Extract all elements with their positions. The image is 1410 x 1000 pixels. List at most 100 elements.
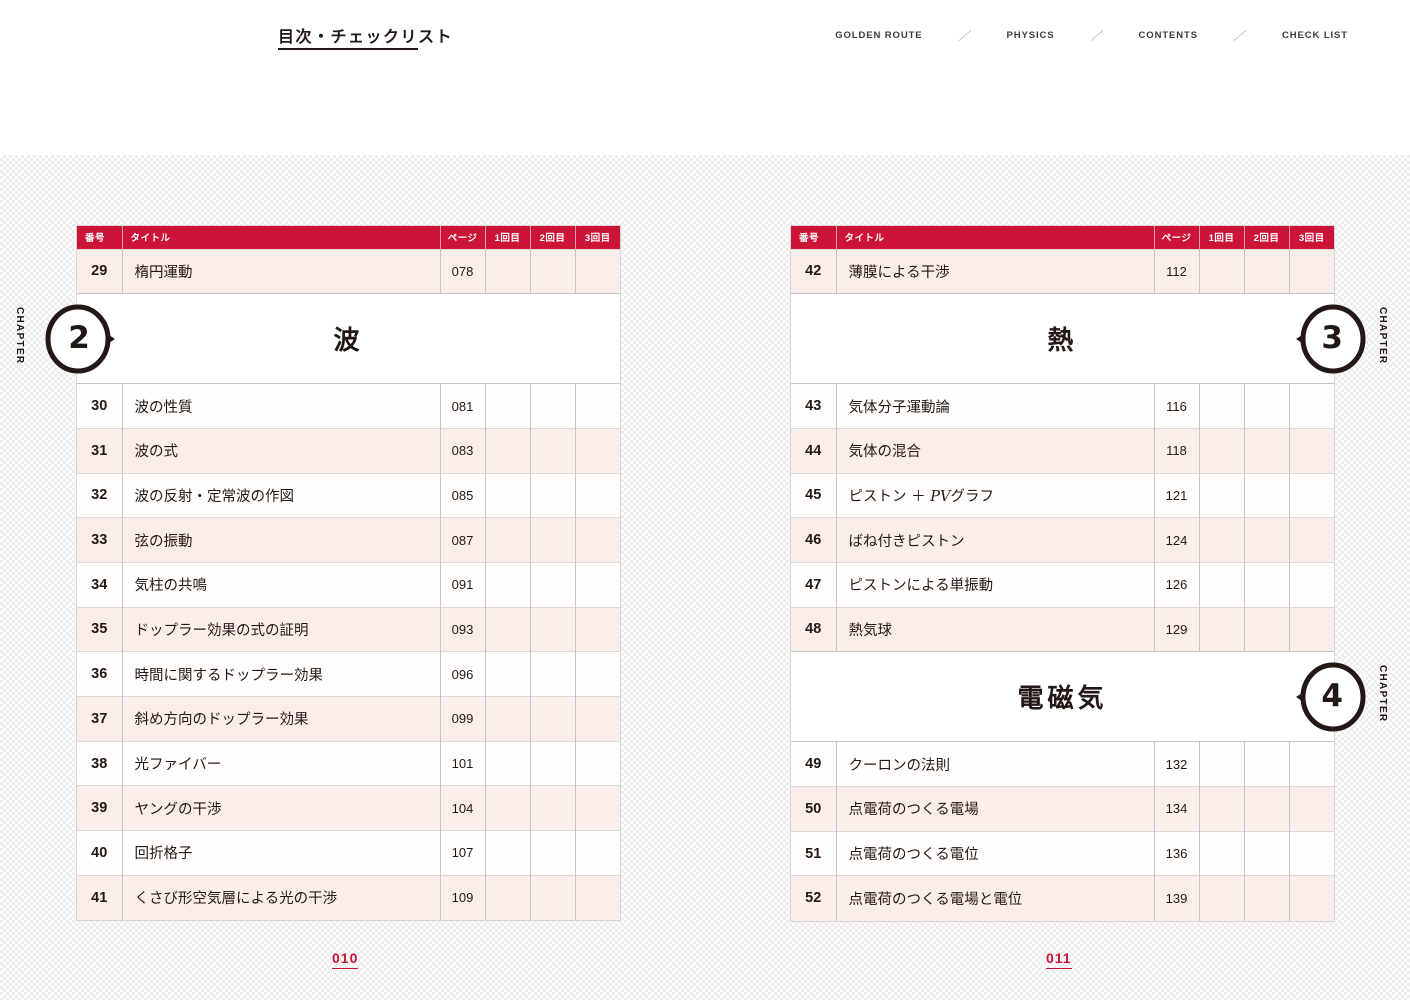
check-round-3[interactable] [1288,741,1334,787]
table-row[interactable]: 52 点電荷のつくる電場と電位 139 [791,875,1334,921]
check-round-2[interactable] [1243,383,1289,429]
table-row[interactable]: 48 熱気球 129 [791,606,1334,652]
check-round-1[interactable] [1198,517,1244,563]
table-row[interactable]: 39 ヤングの干渉 104 [77,785,620,831]
check-round-2[interactable] [529,427,575,474]
nav-item-physics[interactable]: PHYSICS [1007,30,1055,41]
check-round-2[interactable] [1243,830,1289,876]
check-round-3[interactable] [1288,786,1334,832]
nav-item-contents[interactable]: CONTENTS [1139,30,1198,41]
check-round-3[interactable] [1288,517,1334,563]
check-round-3[interactable] [574,248,620,294]
check-round-3[interactable] [574,696,620,742]
check-round-2[interactable] [1243,472,1289,518]
table-row[interactable]: 34 気柱の共鳴 091 [77,561,620,608]
check-round-1[interactable] [1198,561,1244,608]
table-row[interactable]: 45 ピストン ＋ PVグラフ 121 [791,472,1334,518]
check-round-1[interactable] [484,248,530,294]
check-round-3[interactable] [574,517,620,563]
check-round-1[interactable] [1198,741,1244,787]
table-row[interactable]: 47 ピストンによる単振動 126 [791,561,1334,608]
check-round-3[interactable] [1288,561,1334,608]
table-row[interactable]: 31 波の式 083 [77,427,620,474]
table-row[interactable]: 32 波の反射・定常波の作図 085 [77,472,620,518]
check-round-3[interactable] [574,427,620,474]
check-round-3[interactable] [1288,606,1334,652]
table-row[interactable]: 51 点電荷のつくる電位 136 [791,830,1334,876]
check-round-3[interactable] [1288,875,1334,921]
table-row[interactable]: 41 くさび形空気層による光の干渉 109 [77,874,620,920]
check-round-2[interactable] [529,561,575,608]
check-round-2[interactable] [529,383,575,429]
check-round-2[interactable] [1243,561,1289,608]
table-row[interactable]: 29 楕円運動 078 [77,248,620,294]
check-round-3[interactable] [1288,472,1334,518]
table-row[interactable]: 42 薄膜による干渉 112 [791,248,1334,294]
check-round-1[interactable] [1198,606,1244,652]
check-round-2[interactable] [529,472,575,518]
check-round-3[interactable] [574,740,620,786]
check-round-3[interactable] [574,785,620,831]
nav-item-check-list[interactable]: CHECK LIST [1282,30,1348,41]
check-round-3[interactable] [574,651,620,697]
check-round-3[interactable] [574,472,620,518]
check-round-1[interactable] [484,427,530,474]
check-round-1[interactable] [1198,248,1244,294]
table-row[interactable]: 46 ばね付きピストン 124 [791,517,1334,563]
table-row[interactable]: 36 時間に関するドップラー効果 096 [77,651,620,697]
check-round-1[interactable] [1198,472,1244,518]
nav-item-golden-route[interactable]: GOLDEN ROUTE [835,30,922,41]
table-row[interactable]: 44 気体の混合 118 [791,427,1334,474]
check-round-2[interactable] [529,248,575,294]
check-round-1[interactable] [1198,427,1244,474]
check-round-2[interactable] [1243,606,1289,652]
check-round-3[interactable] [574,606,620,652]
check-round-2[interactable] [529,696,575,742]
check-round-1[interactable] [484,651,530,697]
check-round-3[interactable] [574,830,620,876]
check-round-1[interactable] [484,696,530,742]
check-round-1[interactable] [484,517,530,563]
check-round-2[interactable] [529,874,575,920]
check-round-3[interactable] [574,383,620,429]
check-round-1[interactable] [484,561,530,608]
check-round-2[interactable] [1243,248,1289,294]
check-round-3[interactable] [1288,248,1334,294]
check-round-1[interactable] [484,830,530,876]
table-row[interactable]: 40 回折格子 107 [77,830,620,876]
check-round-1[interactable] [1198,875,1244,921]
table-row[interactable]: 49 クーロンの法則 132 [791,741,1334,787]
check-round-2[interactable] [1243,517,1289,563]
check-round-2[interactable] [529,740,575,786]
check-round-1[interactable] [484,606,530,652]
check-round-1[interactable] [484,472,530,518]
check-round-3[interactable] [1288,427,1334,474]
table-row[interactable]: 38 光ファイバー 101 [77,740,620,786]
check-round-3[interactable] [1288,830,1334,876]
check-round-2[interactable] [529,517,575,563]
table-row[interactable]: 43 気体分子運動論 116 [791,383,1334,429]
check-round-2[interactable] [529,830,575,876]
check-round-2[interactable] [529,785,575,831]
check-round-1[interactable] [484,785,530,831]
table-row[interactable]: 35 ドップラー効果の式の証明 093 [77,606,620,652]
check-round-1[interactable] [484,874,530,920]
check-round-1[interactable] [1198,383,1244,429]
table-row[interactable]: 50 点電荷のつくる電場 134 [791,786,1334,832]
check-round-2[interactable] [1243,875,1289,921]
check-round-1[interactable] [1198,830,1244,876]
check-round-2[interactable] [529,651,575,697]
table-row[interactable]: 33 弦の振動 087 [77,517,620,563]
check-round-1[interactable] [484,740,530,786]
check-round-2[interactable] [1243,427,1289,474]
check-round-3[interactable] [574,561,620,608]
check-round-1[interactable] [484,383,530,429]
table-row[interactable]: 37 斜め方向のドップラー効果 099 [77,696,620,742]
check-round-3[interactable] [574,874,620,920]
check-round-3[interactable] [1288,383,1334,429]
check-round-2[interactable] [529,606,575,652]
check-round-2[interactable] [1243,741,1289,787]
table-row[interactable]: 30 波の性質 081 [77,383,620,429]
check-round-2[interactable] [1243,786,1289,832]
check-round-1[interactable] [1198,786,1244,832]
